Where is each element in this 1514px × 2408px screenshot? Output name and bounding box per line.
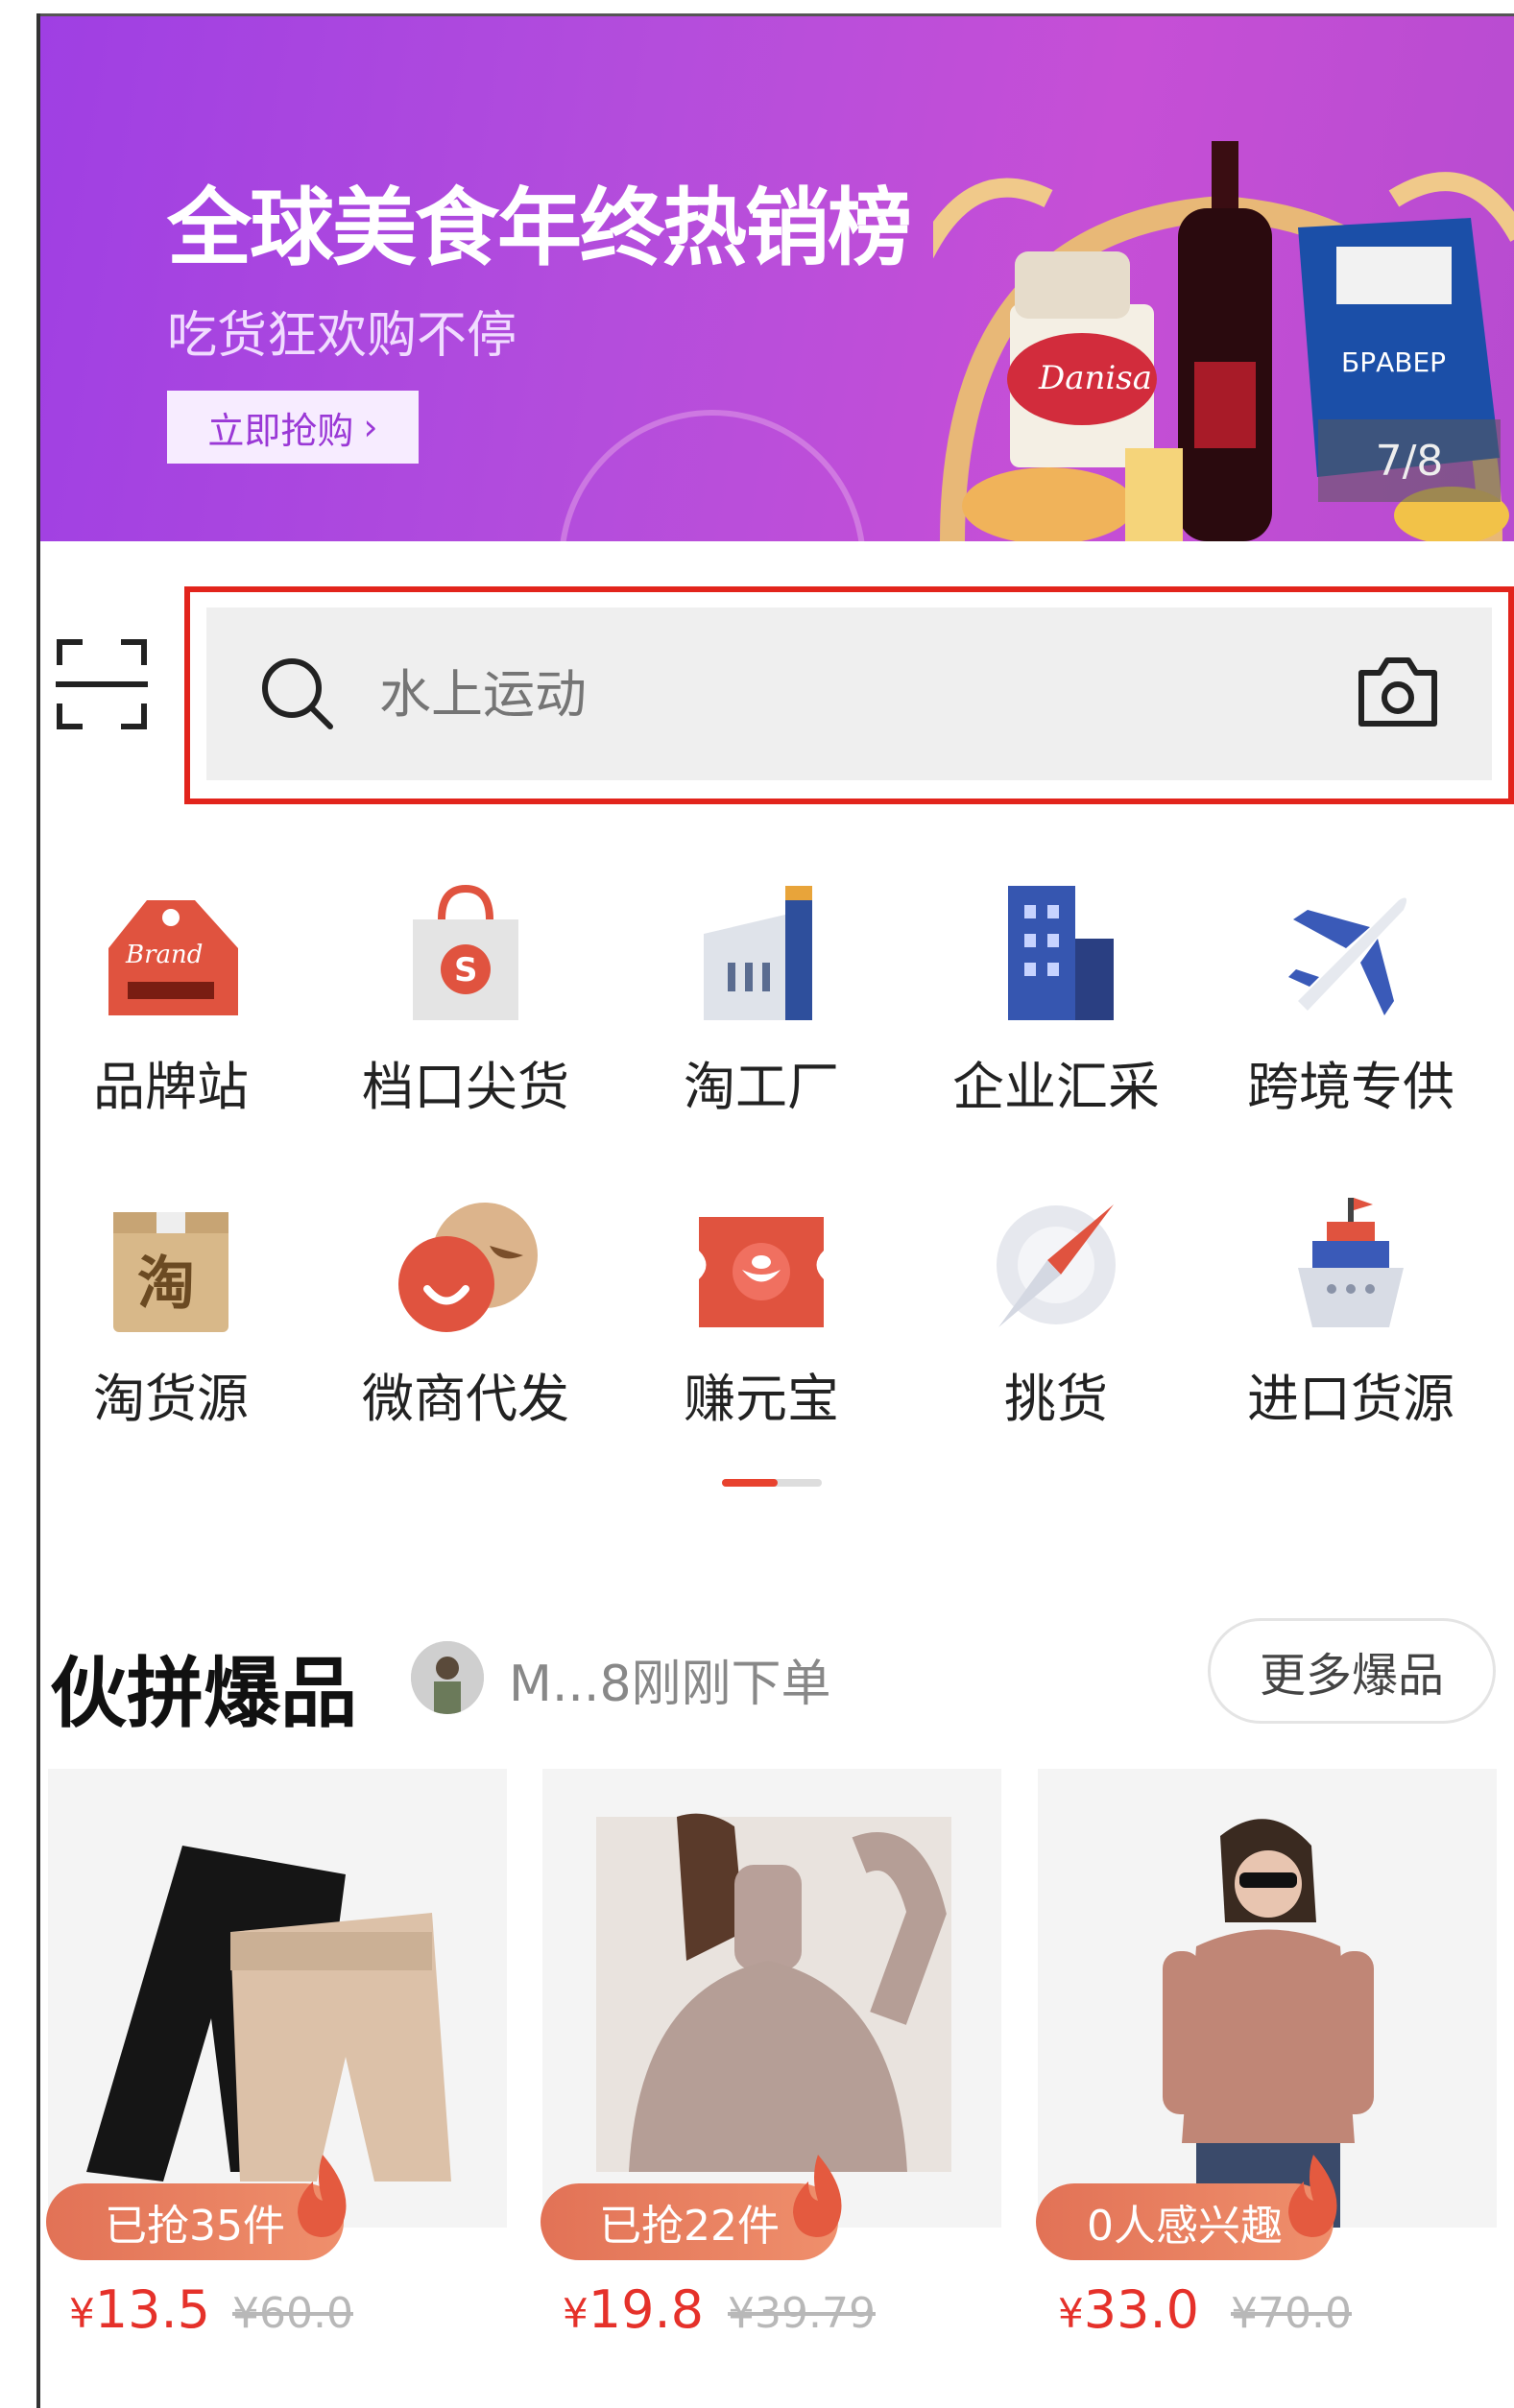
original-price: ¥70.0 [1231, 2289, 1352, 2338]
scan-icon[interactable] [56, 638, 148, 730]
badge-text: 已抢35件 [105, 2202, 285, 2251]
flame-icon [298, 2155, 347, 2237]
currency-symbol: ¥ [1058, 2290, 1084, 2337]
svg-text:БРАВЕР: БРАВЕР [1341, 346, 1446, 378]
product-image[interactable] [542, 1769, 1001, 2228]
price-value: 13.5 [94, 2279, 210, 2340]
badge-text: 已抢22件 [599, 2202, 780, 2251]
factory-icon [704, 886, 812, 1020]
category-label: 品牌站 [93, 1057, 249, 1117]
turtleneck-photo [542, 1769, 1001, 2228]
banner-title: 全球美食年终热销榜 [167, 179, 912, 277]
original-price: ¥39.79 [728, 2289, 876, 2338]
category-label: 企业汇采 [952, 1057, 1160, 1117]
category-cross-border[interactable]: 跨境专供 [1207, 881, 1495, 1120]
category-pick-goods[interactable]: 挑货 [912, 1193, 1200, 1432]
svg-text:S: S [454, 951, 478, 989]
product-card[interactable] [1038, 1769, 1497, 2228]
product-image[interactable] [1038, 1769, 1497, 2228]
category-label: 微商代发 [362, 1369, 569, 1429]
avatar [411, 1641, 484, 1714]
svg-text:Danisa: Danisa [1038, 359, 1152, 397]
banner-buy-button[interactable]: 立即抢购 › [167, 391, 419, 464]
svg-text:淘: 淘 [137, 1251, 195, 1318]
currency-symbol: ¥ [563, 2290, 589, 2337]
category-label: 淘货源 [93, 1369, 249, 1429]
banner-subtitle: 吃货狂欢购不停 [167, 307, 517, 365]
promo-banner[interactable]: 全球美食年终热销榜 吃货狂欢购不停 立即抢购 › Danisa БРАВЕР 7… [40, 16, 1514, 541]
category-label: 档口尖货 [362, 1057, 569, 1117]
category-tao-sourcing[interactable]: 淘 淘货源 [27, 1193, 315, 1432]
category-tao-factory[interactable]: 淘工厂 [617, 881, 905, 1120]
search-input[interactable] [379, 646, 1243, 742]
camera-icon[interactable] [1357, 656, 1439, 728]
flame-icon [1288, 2155, 1337, 2237]
search-bar[interactable] [206, 608, 1492, 780]
product-card[interactable] [542, 1769, 1001, 2228]
banner-decoration [559, 410, 866, 541]
category-enterprise-procurement[interactable]: 企业汇采 [912, 881, 1200, 1120]
page-indicator-active [722, 1479, 778, 1487]
original-price: ¥60.0 [232, 2289, 353, 2338]
search-icon [262, 658, 333, 729]
svg-text:Brand: Brand [125, 941, 203, 969]
badge-text: 0人感兴趣 [1087, 2202, 1283, 2251]
category-brand-station[interactable]: Brand 品牌站 [27, 881, 315, 1120]
banner-page-counter: 7/8 [1318, 419, 1501, 502]
category-microshop-dropship[interactable]: 微商代发 [322, 1193, 610, 1432]
recent-order-ticker: M...8刚刚下单 [509, 1656, 831, 1713]
tao-box-icon: 淘 [113, 1212, 228, 1332]
compass-icon [997, 1204, 1116, 1327]
category-label: 进口货源 [1247, 1369, 1454, 1429]
currency-symbol: ¥ [69, 2290, 95, 2337]
smile-bubble-icon [398, 1203, 538, 1332]
ship-icon [1298, 1198, 1404, 1327]
category-label: 淘工厂 [684, 1057, 839, 1117]
category-earn-ingots[interactable]: 赚元宝 [617, 1193, 905, 1432]
flame-icon [793, 2155, 842, 2237]
product-card[interactable] [48, 1769, 507, 2228]
more-hot-items-button[interactable]: 更多爆品 [1208, 1618, 1496, 1724]
leggings-photo [48, 1769, 507, 2228]
product-image[interactable] [48, 1769, 507, 2228]
product-price: ¥13.5 [69, 2279, 210, 2340]
shopping-bag-icon: S [413, 884, 518, 1020]
product-price: ¥19.8 [563, 2279, 704, 2340]
banner-buy-label: 立即抢购 [207, 409, 354, 452]
category-label: 跨境专供 [1247, 1057, 1454, 1117]
category-import-sourcing[interactable]: 进口货源 [1207, 1193, 1495, 1432]
office-building-icon [1008, 886, 1114, 1020]
category-label: 赚元宝 [684, 1369, 839, 1429]
ingot-ticket-icon [699, 1217, 824, 1327]
price-value: 33.0 [1083, 2279, 1199, 2340]
product-price: ¥33.0 [1058, 2279, 1199, 2340]
brand-tag-icon: Brand [108, 900, 238, 1015]
section-title: 伙拼爆品 [50, 1649, 357, 1738]
price-value: 19.8 [588, 2279, 704, 2340]
category-stall-goods[interactable]: S 档口尖货 [322, 881, 610, 1120]
airplane-icon [1288, 897, 1407, 1015]
chevron-right-icon: › [363, 406, 378, 448]
category-label: 挑货 [1004, 1369, 1108, 1429]
model-top-photo [1038, 1769, 1497, 2228]
